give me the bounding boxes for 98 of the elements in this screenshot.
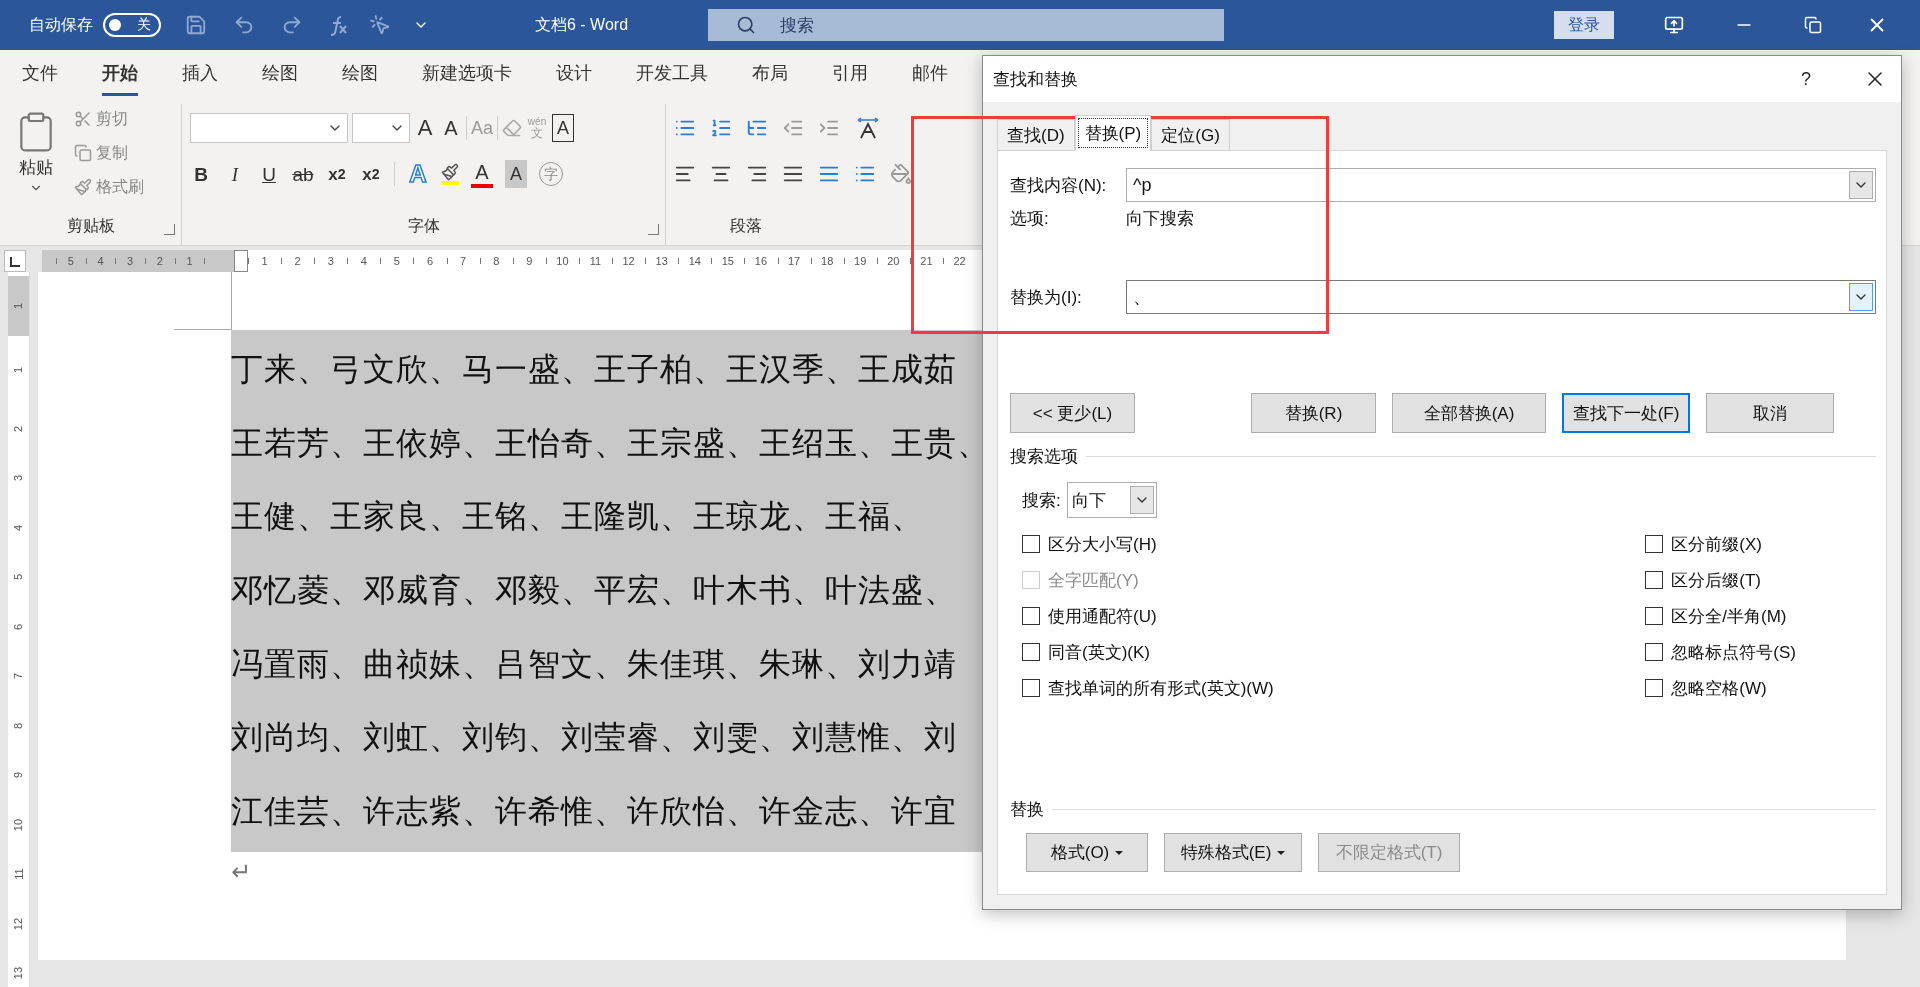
strikethrough-button[interactable]: ab <box>292 160 314 188</box>
ribbon-tab[interactable]: 绘图 <box>262 50 298 96</box>
underline-button[interactable]: U <box>258 160 280 188</box>
ribbon-tab[interactable]: 文件 <box>22 50 58 96</box>
checkbox[interactable] <box>1645 571 1664 589</box>
character-border-button[interactable]: A <box>552 114 575 142</box>
undo-icon[interactable] <box>233 14 255 36</box>
grow-font-button[interactable]: A <box>414 114 436 142</box>
checkbox-label: 区分前缀(X) <box>1671 533 1762 556</box>
window-title: 文档6 - Word <box>535 14 629 35</box>
ribbon-tab[interactable]: 新建选项卡 <box>422 50 512 96</box>
checkbox[interactable] <box>1022 643 1040 661</box>
document-line: 王健、王家良、王铭、王隆凯、王琼龙、王福、 <box>231 497 924 537</box>
checkbox-label: 全字匹配(Y) <box>1048 569 1139 592</box>
field-label: 查找内容(N): <box>1010 174 1108 197</box>
checkbox[interactable] <box>1645 535 1664 553</box>
checkbox-label: 区分全/半角(M) <box>1671 605 1787 628</box>
document-line: 王若芳、王依婷、王怡奇、王宗盛、王绍玉、王贵、 <box>231 423 990 463</box>
bold-button[interactable]: B <box>190 160 212 188</box>
field-label: 选项: <box>1010 207 1050 230</box>
redo-icon[interactable] <box>281 14 303 36</box>
restore-icon[interactable] <box>1804 16 1823 34</box>
replace-field[interactable]: 、 <box>1126 280 1876 314</box>
dialog-button[interactable]: 取消 <box>1706 393 1834 433</box>
document-line: 丁来、弓文欣、马一盛、王子柏、王汉季、王成茹 <box>231 349 957 389</box>
ribbon-tab[interactable]: 开发工具 <box>636 50 708 96</box>
replace-button[interactable]: 替换(R) <box>1251 393 1376 433</box>
dialog-button[interactable]: 查找下一处(F) <box>1562 393 1690 433</box>
sign-in-button[interactable]: 登录 <box>1554 11 1615 39</box>
dialog-tab[interactable]: 定位(G) <box>1151 119 1230 151</box>
less-button[interactable]: << 更少(L) <box>1010 393 1135 433</box>
character-shading-button[interactable]: A <box>505 160 527 188</box>
section-title: 替换 <box>1010 799 1044 821</box>
ribbon-display-icon[interactable] <box>1664 15 1685 35</box>
checkbox-label: 查找单词的所有形式(英文)(W) <box>1048 677 1274 700</box>
search-direction-select[interactable]: 向下 <box>1066 482 1157 518</box>
checkbox-label: 区分大小写(H) <box>1048 533 1157 556</box>
menu-button[interactable]: 格式(O) <box>1026 833 1148 872</box>
autosave-toggle[interactable]: 关 <box>103 13 161 37</box>
checkbox[interactable] <box>1022 535 1040 553</box>
checkbox[interactable] <box>1022 607 1040 625</box>
checkbox-label: 同音(英文)(K) <box>1048 641 1150 664</box>
font-color-button[interactable]: A <box>471 160 493 188</box>
touch-mode-icon[interactable] <box>369 14 391 36</box>
checkbox-label: 忽略标点符号(S) <box>1671 641 1796 664</box>
field-label: 替换为(I): <box>1010 286 1083 309</box>
copy-icon[interactable] <box>74 144 92 162</box>
shrink-font-button[interactable]: A <box>440 114 462 142</box>
vertical-ruler: 1 1 2 3 4 5 6 7 8 9 10 11 12 13 <box>8 272 30 987</box>
font-size-field[interactable] <box>352 113 410 143</box>
dialog-button[interactable]: 全部替换(A) <box>1392 393 1546 433</box>
checkbox-label: 区分后缀(T) <box>1671 569 1762 592</box>
checkbox[interactable] <box>1645 607 1664 625</box>
tab-selector-icon[interactable] <box>4 250 26 272</box>
options-value: 向下搜索 <box>1126 207 1194 230</box>
group-label: 段落 <box>730 216 762 236</box>
font-name-field[interactable] <box>190 113 348 143</box>
dialog-title: 查找和替换 <box>993 68 1079 91</box>
dialog-tab[interactable]: 查找(D) <box>997 119 1075 151</box>
help-button[interactable]: ? <box>1795 67 1817 91</box>
checkbox-label: 使用通配符(U) <box>1048 605 1157 628</box>
shading-icon[interactable] <box>890 163 912 185</box>
ribbon-tab[interactable]: 邮件 <box>912 50 948 96</box>
indent-marker[interactable] <box>234 250 248 272</box>
ribbon-tab[interactable]: 设计 <box>556 50 592 96</box>
group-label: 字体 <box>407 216 440 236</box>
document-line: 刘尚均、刘虹、刘钧、刘莹睿、刘雯、刘慧惟、刘 <box>231 718 957 758</box>
menu-button[interactable]: 特殊格式(E) <box>1164 833 1302 872</box>
numbering-icon[interactable] <box>710 117 732 139</box>
save-icon[interactable] <box>185 14 207 36</box>
ribbon-tab[interactable]: 插入 <box>182 50 218 96</box>
margin-corner-mark <box>174 272 232 330</box>
search-field[interactable]: 搜索 <box>708 9 1225 41</box>
dialog-launcher-icon[interactable] <box>164 224 175 235</box>
group-label: 剪贴板 <box>66 216 115 236</box>
paste-label[interactable]: 粘贴 <box>19 156 53 179</box>
ribbon-tab[interactable]: 绘图 <box>342 50 378 96</box>
dialog-tab[interactable]: 替换(P) <box>1074 115 1152 151</box>
paragraph-mark: ↵ <box>231 857 253 886</box>
highlight-color-icon[interactable] <box>441 163 459 185</box>
brush-icon[interactable] <box>74 178 92 196</box>
document-line: 冯置雨、曲祯妹、吕智文、朱佳琪、朱琳、刘力靖 <box>231 644 957 684</box>
checkbox[interactable] <box>1645 679 1664 697</box>
italic-button[interactable]: I <box>224 160 246 188</box>
document-line: 江佳芸、许志紫、许希惟、许欣怡、许金志、许宜 <box>231 791 957 831</box>
autosave-label: 自动保存 <box>29 14 93 35</box>
scissors-icon[interactable] <box>74 110 92 128</box>
find-field[interactable]: ^p <box>1126 168 1876 202</box>
ribbon-tab[interactable]: 布局 <box>752 50 788 96</box>
document-line: 邓忆菱、邓威育、邓毅、平宏、叶木书、叶法盛、 <box>231 570 957 610</box>
checkbox[interactable] <box>1022 679 1040 697</box>
field-label: 搜索: <box>1022 489 1061 512</box>
ribbon-tab[interactable]: 引用 <box>832 50 868 96</box>
checkbox-label: 忽略空格(W) <box>1671 677 1767 700</box>
checkbox[interactable] <box>1645 643 1664 661</box>
section-title: 搜索选项 <box>1010 446 1078 468</box>
search-icon <box>736 15 757 35</box>
dialog-launcher-icon[interactable] <box>648 224 659 235</box>
